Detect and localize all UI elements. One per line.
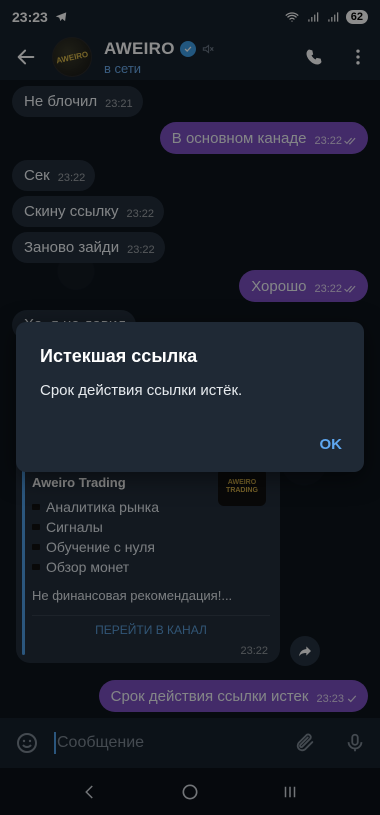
dialog-message: Срок действия ссылки истёк.: [40, 382, 243, 399]
expired-link-dialog: Истекшая ссылка Срок действия ссылки ист…: [16, 322, 364, 472]
dialog-title: Истекшая ссылка: [40, 346, 198, 366]
ok-button[interactable]: OK: [320, 436, 343, 453]
